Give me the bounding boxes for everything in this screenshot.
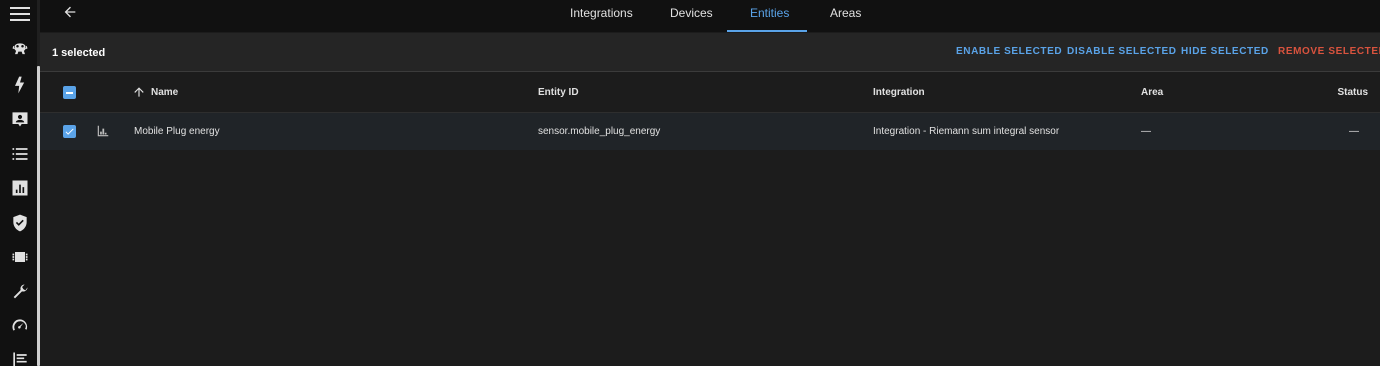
row-entity-id: sensor.mobile_plug_energy [538, 126, 661, 137]
menu-icon[interactable] [10, 7, 30, 21]
lightning-icon[interactable] [10, 75, 30, 95]
row-area: — [1141, 126, 1151, 137]
hide-selected-button[interactable]: HIDE SELECTED [1181, 46, 1269, 57]
tab-entities[interactable]: Entities [750, 6, 789, 20]
table-header: Name Entity ID Integration Area Status [40, 73, 1380, 113]
row-name: Mobile Plug energy [134, 126, 220, 137]
hub-icon[interactable] [10, 40, 30, 60]
speedometer-icon[interactable] [10, 316, 30, 336]
row-status: — [1349, 126, 1359, 137]
table-row[interactable]: Mobile Plug energy sensor.mobile_plug_en… [40, 113, 1380, 150]
column-header-integration[interactable]: Integration [873, 87, 925, 98]
tab-integrations[interactable]: Integrations [570, 6, 633, 20]
list-icon[interactable] [10, 144, 30, 164]
selection-bar: 1 selected ENABLE SELECTED DISABLE SELEC… [40, 33, 1380, 72]
back-arrow-icon[interactable] [62, 4, 78, 20]
column-header-entity-id[interactable]: Entity ID [538, 87, 579, 98]
person-badge-icon[interactable] [10, 109, 30, 129]
sort-ascending-icon[interactable] [132, 85, 146, 99]
top-bar: Integrations Devices Entities Areas [40, 0, 1380, 32]
tab-areas[interactable]: Areas [830, 6, 861, 20]
select-all-checkbox[interactable] [63, 86, 76, 99]
active-tab-indicator [727, 30, 807, 32]
selection-count: 1 selected [52, 47, 106, 59]
row-checkbox[interactable] [63, 125, 76, 138]
column-header-status[interactable]: Status [1337, 87, 1368, 98]
energy-chart-icon [96, 124, 110, 138]
chart-icon[interactable] [10, 178, 30, 198]
sidebar [0, 0, 40, 366]
column-header-name[interactable]: Name [151, 87, 178, 98]
shield-icon[interactable] [10, 213, 30, 233]
chip-icon[interactable] [10, 247, 30, 267]
column-header-area[interactable]: Area [1141, 87, 1163, 98]
logbook-icon[interactable] [10, 350, 30, 366]
row-integration: Integration - Riemann sum integral senso… [873, 126, 1060, 137]
disable-selected-button[interactable]: DISABLE SELECTED [1067, 46, 1177, 57]
tab-devices[interactable]: Devices [670, 6, 713, 20]
remove-selected-button[interactable]: REMOVE SELECTED [1278, 46, 1380, 57]
wrench-icon[interactable] [10, 282, 30, 302]
enable-selected-button[interactable]: ENABLE SELECTED [956, 46, 1062, 57]
